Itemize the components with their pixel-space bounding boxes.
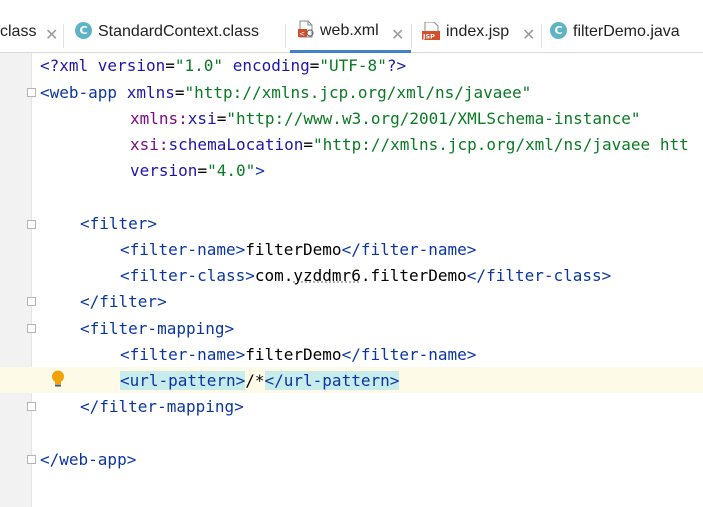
code-line-9: <filter-class>com.yzddmr6.filterDemo</fi… [120, 266, 612, 285]
code-editor[interactable]: <?xml version="1.0" encoding="UTF-8"?> <… [0, 0, 703, 507]
code-line-13: <url-pattern>/*</url-pattern> [120, 371, 400, 390]
code-line-3: xmlns:xsi="http://www.w3.org/2001/XMLSch… [130, 109, 641, 128]
code-line-1: <?xml version="1.0" encoding="UTF-8"?> [40, 56, 407, 75]
code-line-7: <filter> [80, 214, 158, 233]
code-line-14: </filter-mapping> [80, 397, 244, 416]
code-line-8: <filter-name>filterDemo</filter-name> [120, 240, 477, 259]
code-line-4: xsi:schemaLocation="http://xmlns.jcp.org… [130, 135, 689, 154]
code-line-10: </filter> [80, 292, 167, 311]
code-line-2: <web-app xmlns="http://xmlns.jcp.org/xml… [40, 83, 532, 102]
code-line-12: <filter-name>filterDemo</filter-name> [120, 345, 477, 364]
code-line-5: version="4.0"> [130, 161, 265, 180]
code-line-16: </web-app> [40, 450, 137, 469]
code-line-11: <filter-mapping> [80, 319, 235, 338]
